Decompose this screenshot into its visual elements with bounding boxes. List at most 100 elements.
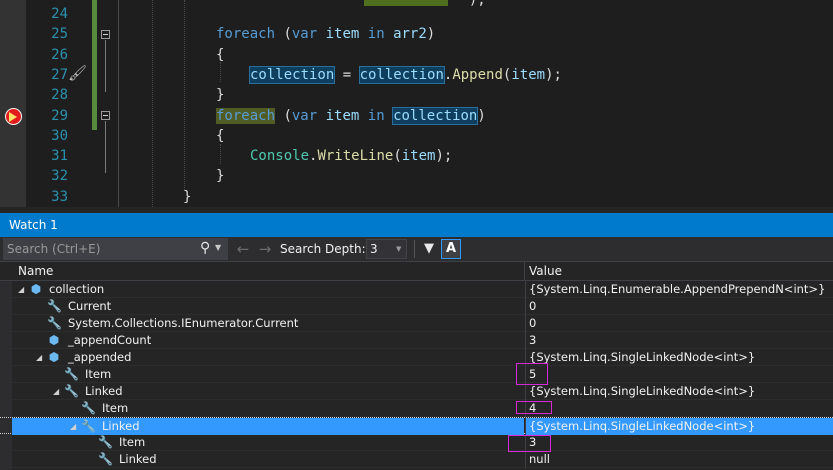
code-line[interactable]: 30 { xyxy=(0,126,833,146)
watch-value[interactable]: 3 xyxy=(525,434,833,451)
watch-toolbar: Search (Ctrl+E) ⚲ ▼ ← → Search Depth: 3 … xyxy=(0,237,833,261)
chevron-down-icon[interactable]: ▼ xyxy=(396,239,406,259)
table-row[interactable]: ◢ ⬢ _appended {System.Linq.SingleLinkedN… xyxy=(0,349,833,366)
watch-value[interactable]: 0 xyxy=(525,298,833,315)
watch-name: Item xyxy=(102,401,129,415)
private-field-icon: ⬢ xyxy=(48,350,60,364)
chevron-down-icon[interactable]: ▼ xyxy=(215,238,225,258)
search-input[interactable]: Search (Ctrl+E) xyxy=(3,238,228,260)
code-token: collection xyxy=(392,106,479,125)
table-row[interactable]: 🔧 Item 3 xyxy=(0,434,833,451)
code-token: = xyxy=(334,66,360,83)
code-line[interactable]: 31 Console.WriteLine(item); xyxy=(0,146,833,166)
collapse-arrow-icon[interactable]: ◢ xyxy=(70,418,78,435)
code-token: { xyxy=(216,46,225,63)
watch-window-title[interactable]: Watch 1 xyxy=(0,213,833,237)
collapse-arrow-icon[interactable]: ◢ xyxy=(18,281,26,298)
table-row[interactable]: 🔧 Item 4 xyxy=(0,400,833,417)
code-token: ( xyxy=(275,107,292,124)
table-row-selected[interactable]: ◢ 🔧 Linked {System.Linq.SingleLinkedNode… xyxy=(0,417,833,435)
table-row[interactable]: 🔧 Linked null xyxy=(0,451,833,468)
code-token: WriteLine xyxy=(317,148,394,165)
code-editor[interactable]: 🖌 24 ); 25 foreach (var item in arr2) 26{27… xyxy=(0,0,833,207)
code-token: foreach xyxy=(216,26,276,43)
code-text[interactable]: Console.WriteLine(item); xyxy=(250,146,452,166)
search-next-button[interactable]: → xyxy=(256,238,274,260)
watch-name: Linked xyxy=(85,384,123,398)
code-text[interactable]: foreach (var item in collection) xyxy=(216,106,486,126)
column-header: Name Value xyxy=(0,261,833,281)
annotation-box xyxy=(516,401,552,414)
search-icon[interactable]: ⚲ xyxy=(200,238,214,258)
table-row[interactable]: 🔧 Current 0 xyxy=(0,298,833,315)
watch-value[interactable]: {System.Linq.SingleLinkedNode<int>} xyxy=(525,349,833,366)
collapse-arrow-icon[interactable]: ◢ xyxy=(53,383,61,400)
column-header-value[interactable]: Value xyxy=(529,262,562,280)
column-divider[interactable] xyxy=(524,262,525,280)
line-number: 32 xyxy=(51,168,68,185)
code-token: Append xyxy=(452,66,503,83)
column-header-name[interactable]: Name xyxy=(18,262,53,280)
watch-value[interactable]: 0 xyxy=(525,315,833,332)
line-number: 28 xyxy=(51,87,68,104)
code-line[interactable]: 26 { xyxy=(0,45,833,65)
table-row[interactable]: 🔧 System.Collections.IEnumerator.Current… xyxy=(0,315,833,332)
code-token: item xyxy=(401,148,436,165)
wrench-property-icon: 🔧 xyxy=(98,452,113,466)
code-text[interactable]: } xyxy=(216,85,224,105)
code-token: collection xyxy=(248,65,336,84)
code-text[interactable]: { xyxy=(216,45,224,65)
code-line[interactable]: 29 foreach (var item in collection) xyxy=(0,106,833,126)
watch-name: _appendCount xyxy=(68,333,152,347)
wrench-property-icon: 🔧 xyxy=(64,367,79,381)
watch-value[interactable]: {System.Linq.SingleLinkedNode<int>} xyxy=(525,418,833,435)
watch-value[interactable]: {System.Linq.SingleLinkedNode<int>} xyxy=(525,383,833,400)
code-token: ) xyxy=(477,107,486,124)
code-token: arr2 xyxy=(393,26,427,43)
match-case-button[interactable]: A xyxy=(441,239,461,259)
code-token: Console xyxy=(250,148,310,165)
watch-window: Watch 1 Search (Ctrl+E) ⚲ ▼ ← → Search D… xyxy=(0,207,833,470)
line-number: 25 xyxy=(51,26,68,43)
code-line[interactable]: 33} xyxy=(0,187,833,207)
watch-value[interactable]: {System.Linq.Enumerable.AppendPrependN<i… xyxy=(525,281,833,298)
code-token: } xyxy=(216,168,225,185)
code-line[interactable]: 25 foreach (var item in arr2) xyxy=(0,24,833,44)
code-token: { xyxy=(216,127,225,144)
code-text[interactable]: } xyxy=(183,187,191,207)
watch-value[interactable]: 5 xyxy=(525,366,833,383)
watch-name: System.Collections.IEnumerator.Current xyxy=(68,316,299,330)
table-row[interactable]: ⬢ _appendCount 3 xyxy=(0,332,833,349)
code-text[interactable]: collection = collection.Append(item); xyxy=(248,65,562,85)
search-previous-button[interactable]: ← xyxy=(234,238,252,260)
code-text[interactable]: } xyxy=(216,166,224,186)
line-number: 24 xyxy=(51,6,68,22)
line-number: 26 xyxy=(51,46,68,63)
collapse-arrow-icon[interactable]: ◢ xyxy=(36,349,44,366)
code-text[interactable]: { xyxy=(216,126,224,146)
filter-icon[interactable]: ▼ xyxy=(421,238,437,260)
code-text[interactable]: foreach (var item in arr2) xyxy=(216,24,435,44)
table-row[interactable]: ◢ 🔧 Linked {System.Linq.SingleLinkedNode… xyxy=(0,383,833,400)
code-token: ( xyxy=(275,26,292,43)
code-line[interactable]: 32} xyxy=(0,166,833,186)
toolbar-divider xyxy=(414,240,415,258)
code-line[interactable]: 27 collection = collection.Append(item); xyxy=(0,65,833,85)
table-row[interactable]: 🔧 Item 5 xyxy=(0,366,833,383)
wrench-property-icon: 🔧 xyxy=(98,435,113,449)
watch-value[interactable]: 4 xyxy=(525,400,833,417)
watch-value[interactable]: 3 xyxy=(525,332,833,349)
code-token: item xyxy=(325,26,360,43)
code-token: foreach xyxy=(216,107,276,124)
line-number: 30 xyxy=(51,127,68,144)
code-line[interactable]: 28} xyxy=(0,85,833,105)
table-row[interactable]: ◢ ⬢ collection {System.Linq.Enumerable.A… xyxy=(0,281,833,298)
code-token: in xyxy=(367,107,385,124)
watch-name: _appended xyxy=(68,350,132,364)
watch-value[interactable]: null xyxy=(525,451,833,468)
code-line[interactable]: 24 ); xyxy=(0,0,833,24)
code-token: collection xyxy=(358,65,445,84)
